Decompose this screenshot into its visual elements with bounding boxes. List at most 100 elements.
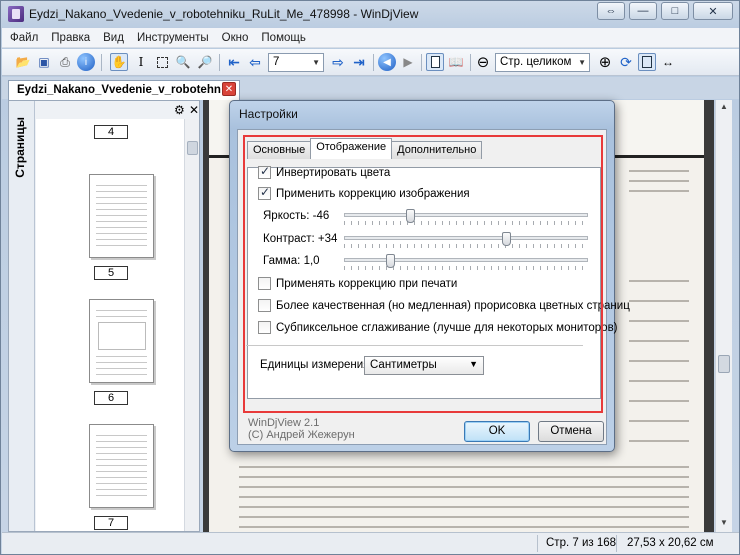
zoom-in-icon[interactable]: ⊕ (596, 53, 614, 71)
close-tab-icon[interactable]: ✕ (222, 82, 236, 96)
document-tab[interactable]: Eydzi_Nakano_Vvedenie_v_robotehn (8, 80, 240, 100)
tab-advanced[interactable]: Дополнительно (391, 141, 483, 159)
tab-display[interactable]: Отображение (310, 138, 393, 159)
restore-window-icon[interactable]: ⇔ (597, 2, 625, 20)
toolbar-separator (219, 54, 220, 71)
zoom-rect-icon[interactable]: 🔎 (196, 53, 214, 71)
page-thumbnail[interactable] (89, 174, 154, 258)
scroll-down-icon[interactable]: ▼ (720, 518, 728, 527)
minimize-button[interactable]: — (629, 2, 657, 20)
settings-dialog: Настройки Основные Отображение Дополните… (229, 100, 630, 452)
menu-bar: Файл Правка Вид Инструменты Окно Помощь (2, 28, 739, 48)
subpixel-label: Субпиксельное сглаживание (лучше для нек… (276, 321, 618, 334)
checkbox-unchecked-icon (258, 277, 271, 290)
page-thumbnail[interactable] (89, 299, 154, 383)
menu-help[interactable]: Помощь (261, 32, 305, 44)
next-page-icon[interactable]: ⇨ (329, 53, 347, 71)
dialog-body: Основные Отображение Дополнительно Инвер… (237, 129, 630, 445)
gamma-slider-handle[interactable] (386, 254, 395, 268)
copyright-text: (C) Андрей Жежерун (248, 429, 355, 441)
menu-window[interactable]: Окно (222, 32, 249, 44)
image-correction-checkbox[interactable]: Применить коррекцию изображения (258, 185, 470, 200)
ok-button[interactable]: OK (464, 421, 530, 442)
document-scrollbar[interactable]: ▲ ▼ (715, 100, 732, 532)
status-bar: Стр. 7 из 168 27,53 x 20,62 см (2, 532, 739, 554)
back-icon[interactable]: ◀ (378, 53, 396, 71)
version-text: WinDjView 2.1 (248, 417, 320, 429)
panel-header: ⚙ ✕ (36, 101, 199, 119)
prev-page-icon[interactable]: ⇦ (246, 53, 264, 71)
info-icon[interactable]: i (77, 53, 95, 71)
close-window-button[interactable]: ✕ (693, 2, 733, 20)
scroll-thumb[interactable] (718, 355, 730, 373)
page-number-label: 7 (94, 516, 128, 530)
checkbox-checked-icon (258, 164, 271, 179)
pages-side-tab[interactable]: Страницы (9, 101, 35, 531)
page-number-value: 7 (273, 56, 280, 68)
zoom-value: Стр. целиком (500, 56, 572, 68)
gamma-slider[interactable] (344, 258, 588, 262)
pages-panel: Страницы ⚙ ✕ 4 5 6 7 (8, 100, 200, 532)
brightness-slider[interactable] (344, 213, 588, 217)
image-correction-label: Применить коррекцию изображения (276, 187, 470, 200)
scroll-thumb[interactable] (187, 141, 198, 155)
menu-view[interactable]: Вид (103, 32, 124, 44)
close-panel-icon[interactable]: ✕ (189, 103, 199, 117)
scroll-up-icon[interactable]: ▲ (720, 102, 728, 111)
invert-colors-label: Инвертировать цвета (276, 166, 391, 179)
version-info: WinDjView 2.1 (C) Андрей Жежерун (248, 417, 355, 441)
toolbar: 📂 ▣ ⎙ i ✋ I 🔍 🔎 ⇤ ⇦ 7 ▼ ⇨ ⇥ ◀ ▶ 📖 ⊖ Стр.… (2, 49, 739, 76)
menu-edit[interactable]: Правка (51, 32, 90, 44)
menu-file[interactable]: Файл (10, 32, 38, 44)
checkbox-checked-icon (258, 185, 271, 200)
status-page: Стр. 7 из 168 (546, 537, 617, 549)
open-icon[interactable]: 📂 (14, 53, 32, 71)
print-icon[interactable]: ⎙ (56, 53, 74, 71)
title-bar: Eydzi_Nakano_Vvedenie_v_robotehniku_RuLi… (1, 1, 739, 27)
dialog-title: Настройки (239, 107, 298, 121)
rect-select-icon[interactable] (153, 53, 171, 71)
document-tab-strip: Eydzi_Nakano_Vvedenie_v_robotehn (2, 77, 739, 100)
single-page-icon[interactable] (426, 53, 444, 71)
hq-color-label: Более качественная (но медленная) прорис… (276, 299, 630, 312)
last-page-icon[interactable]: ⇥ (350, 53, 368, 71)
text-select-icon[interactable]: I (132, 53, 150, 71)
page-thumbnail-selected[interactable] (89, 424, 154, 508)
pages-side-tab-label: Страницы (13, 117, 27, 178)
toolbar-separator (101, 54, 102, 71)
contrast-slider-handle[interactable] (502, 232, 511, 246)
cancel-button[interactable]: Отмена (538, 421, 604, 442)
units-select[interactable]: Сантиметры ▼ (364, 356, 484, 375)
contrast-slider[interactable] (344, 236, 588, 240)
fit-page-icon[interactable] (638, 53, 656, 71)
tab-general[interactable]: Основные (247, 141, 312, 159)
first-page-icon[interactable]: ⇤ (225, 53, 243, 71)
page-number-label: 6 (94, 391, 128, 405)
page-number-combo[interactable]: 7 ▼ (268, 53, 324, 72)
zoom-out-icon[interactable]: ⊖ (474, 53, 492, 71)
chevron-down-icon: ▼ (578, 58, 586, 67)
fit-width-icon[interactable]: ↔ (659, 53, 677, 71)
maximize-button[interactable]: □ (661, 2, 689, 20)
rotate-icon[interactable]: ⟳ (617, 53, 635, 71)
page-number-label: 4 (94, 125, 128, 139)
forward-icon[interactable]: ▶ (399, 53, 417, 71)
hq-color-checkbox[interactable]: Более качественная (но медленная) прорис… (258, 299, 630, 312)
invert-colors-checkbox[interactable]: Инвертировать цвета (258, 164, 391, 179)
window-controls: ⇔ — □ ✕ (597, 2, 733, 20)
hand-icon[interactable]: ✋ (110, 53, 128, 71)
gear-icon[interactable]: ⚙ (174, 103, 185, 117)
save-icon[interactable]: ▣ (35, 53, 53, 71)
subpixel-checkbox[interactable]: Субпиксельное сглаживание (лучше для нек… (258, 321, 618, 334)
brightness-label: Яркость: -46 (263, 210, 330, 222)
two-page-icon[interactable]: 📖 (447, 53, 465, 71)
thumbnails-scrollbar[interactable] (184, 119, 199, 531)
menu-tools[interactable]: Инструменты (137, 32, 209, 44)
checkbox-unchecked-icon (258, 299, 271, 312)
zoom-icon[interactable]: 🔍 (174, 53, 192, 71)
brightness-slider-handle[interactable] (406, 209, 415, 223)
chevron-down-icon: ▼ (312, 58, 320, 67)
print-correction-checkbox[interactable]: Применять коррекцию при печати (258, 277, 457, 290)
zoom-combo[interactable]: Стр. целиком ▼ (495, 53, 590, 72)
toolbar-separator (373, 54, 374, 71)
